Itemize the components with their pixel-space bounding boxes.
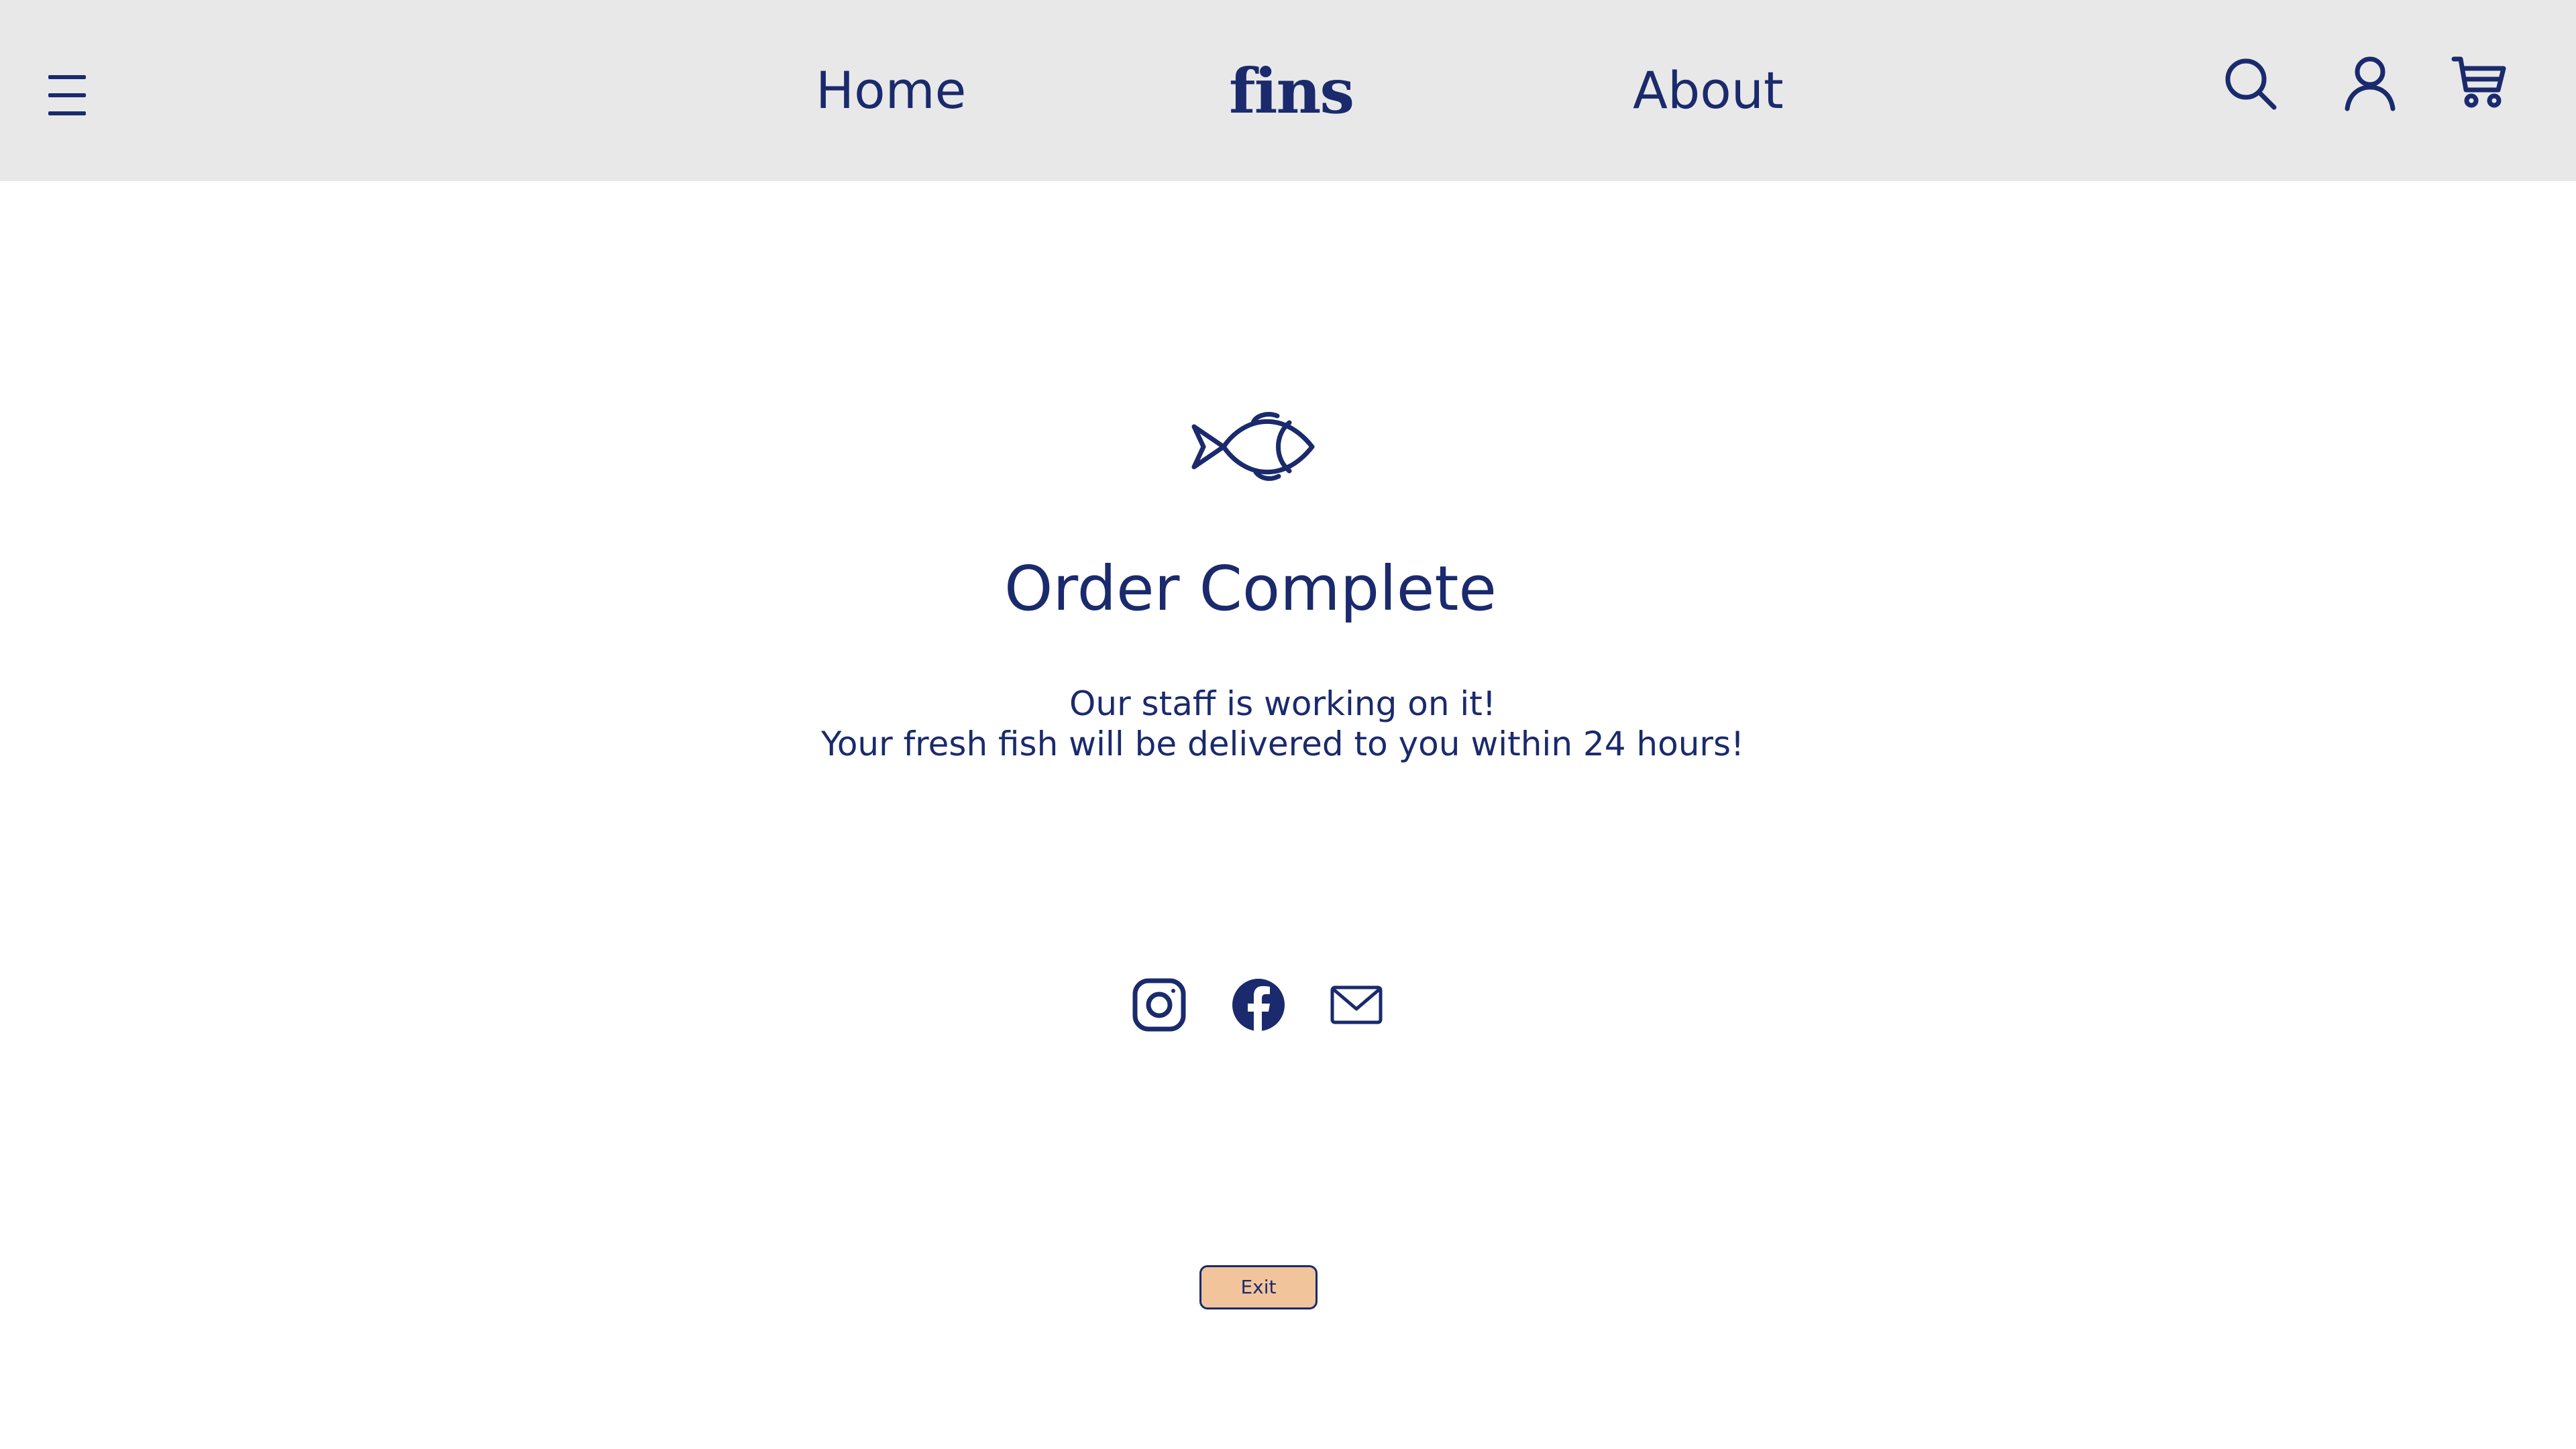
nav-home-link[interactable]: Home [816, 57, 966, 124]
hamburger-menu-icon[interactable] [48, 75, 89, 117]
facebook-icon[interactable] [1230, 977, 1287, 1033]
order-complete-title: Order Complete [1004, 553, 1497, 625]
exit-button[interactable]: Exit [1199, 1265, 1318, 1309]
nav-about-link[interactable]: About [1633, 57, 1784, 124]
fins-logo[interactable]: fins [1229, 51, 1354, 131]
message-line-2: Your fresh fish will be delivered to you… [820, 724, 1745, 763]
fish-icon [1189, 400, 1316, 494]
user-icon[interactable] [2341, 55, 2399, 113]
confirmation-message: Our staff is working on it! Your fresh f… [0, 684, 2565, 764]
search-icon[interactable] [2222, 55, 2279, 113]
mail-icon[interactable] [1328, 977, 1385, 1033]
cart-icon[interactable] [2451, 54, 2509, 111]
instagram-icon[interactable] [1131, 977, 1187, 1033]
top-navigation-bar: Home fins About [0, 0, 2576, 181]
message-line-1: Our staff is working on it! [1069, 684, 1496, 723]
